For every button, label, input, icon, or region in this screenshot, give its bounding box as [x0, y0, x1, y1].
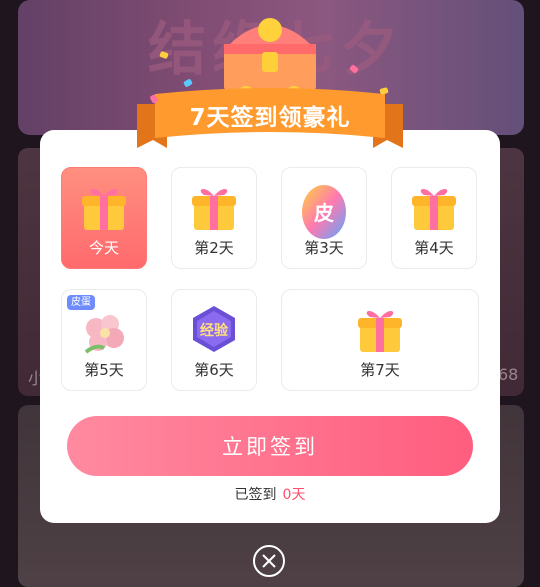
signed-status: 已签到 0天	[0, 484, 540, 504]
day-tile-label: 第4天	[414, 239, 454, 257]
day-tile-3[interactable]: 皮 第3天	[281, 167, 367, 269]
day-tile-label: 第2天	[194, 239, 234, 257]
gift-box-icon	[406, 180, 462, 240]
modal-title: 7天签到领豪礼	[189, 105, 351, 131]
day-tile-5[interactable]: 皮蛋 第5天	[61, 289, 147, 391]
day-tile-1[interactable]: 今天	[61, 167, 147, 269]
close-icon	[262, 554, 276, 568]
treasure-chest-icon	[206, 6, 334, 102]
day-tile-label: 第3天	[304, 239, 344, 257]
day-tile-6[interactable]: 经验 第6天	[171, 289, 257, 391]
day-tile-4[interactable]: 第4天	[391, 167, 477, 269]
experience-badge-icon: 经验	[185, 304, 243, 358]
experience-badge-text: 经验	[200, 322, 229, 339]
close-button[interactable]	[253, 545, 285, 577]
signed-status-label: 已签到	[234, 487, 277, 503]
day-tile-2[interactable]: 第2天	[171, 167, 257, 269]
day-tile-label: 第5天	[84, 361, 124, 379]
egg-icon-text: 皮	[314, 201, 334, 225]
egg-icon: 皮	[296, 180, 352, 244]
gift-box-icon	[186, 180, 242, 240]
day-tile-label: 第7天	[360, 361, 400, 379]
day-tile-label: 今天	[88, 239, 119, 257]
sign-in-button[interactable]: 立即签到	[67, 416, 473, 476]
signed-day-count: 0天	[282, 487, 306, 503]
day-tile-7[interactable]: 第7天	[281, 289, 479, 391]
day-tile-label: 第6天	[194, 361, 234, 379]
flower-icon	[76, 308, 132, 362]
gift-box-icon	[76, 180, 132, 240]
gift-box-icon	[352, 302, 408, 362]
